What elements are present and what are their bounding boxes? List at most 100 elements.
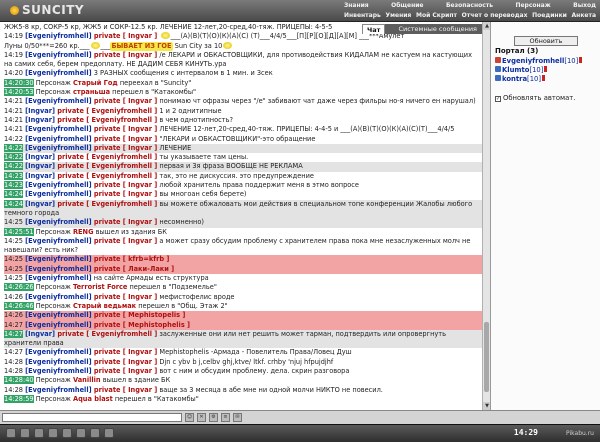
- info-icon[interactable]: [542, 75, 545, 81]
- filter-icon[interactable]: ≡: [221, 413, 230, 422]
- scroll-thumb[interactable]: [484, 322, 489, 392]
- logo-text: SUNCITY: [22, 3, 85, 17]
- menu-item[interactable]: Общение: [391, 1, 423, 11]
- sender-nick[interactable]: [Ingvar]: [25, 116, 55, 124]
- chat-line: 14:28:59 Персонаж Aqua blast перешел в "…: [4, 394, 482, 404]
- sender-nick[interactable]: [Evgeniyfromhell]: [25, 190, 91, 198]
- chat-line: 14:23 [Evgeniyfromhell] private [ Ingvar…: [4, 181, 482, 190]
- smiley-icon: [90, 41, 100, 49]
- submenu-item[interactable]: Умения: [385, 11, 411, 21]
- tab-chat[interactable]: Чат: [362, 24, 386, 34]
- chat-line: 14:24 [Evgeniyfromhell] private [ Ingvar…: [4, 190, 482, 199]
- sender-nick[interactable]: [Evgeniyfromhell]: [25, 218, 91, 226]
- map-icon[interactable]: [20, 428, 30, 438]
- user-name[interactable]: Klumto: [502, 66, 529, 74]
- sender-nick[interactable]: [Evgeniyfromhell]: [25, 237, 91, 245]
- private-icon[interactable]: ✉: [233, 413, 242, 422]
- sender-nick[interactable]: [Evgeniyfromhell]: [25, 311, 91, 319]
- character-name[interactable]: Terrorist Force: [73, 283, 127, 291]
- friends-icon[interactable]: [62, 428, 72, 438]
- sender-nick[interactable]: [Ingvar]: [25, 162, 55, 170]
- sender-nick[interactable]: [Evgeniyfromhell]: [25, 274, 91, 282]
- sender-nick[interactable]: [Evgeniyfromhell]: [25, 32, 91, 40]
- mail-icon[interactable]: [76, 428, 86, 438]
- sender-nick[interactable]: [Ingvar]: [25, 107, 55, 115]
- clan-icon[interactable]: [48, 428, 58, 438]
- sender-nick[interactable]: [Ingvar]: [25, 172, 55, 180]
- chat-tabs: Чат Системные сообщения: [362, 24, 490, 34]
- smile-icon[interactable]: ☺: [185, 413, 194, 422]
- submenu-item[interactable]: Отчет о переводах: [462, 11, 528, 21]
- message-text: Персонаж: [33, 376, 73, 385]
- sender-nick[interactable]: [Evgeniyfromhell]: [25, 69, 91, 77]
- sender-nick[interactable]: [Ingvar]: [25, 330, 55, 338]
- help-icon[interactable]: [90, 428, 100, 438]
- info-icon[interactable]: [579, 57, 583, 63]
- sender-nick[interactable]: [Evgeniyfromhell]: [25, 135, 91, 143]
- sender-nick[interactable]: [Evgeniyfromhell]: [25, 97, 91, 105]
- checkbox-icon[interactable]: ✓: [495, 96, 501, 102]
- clear-icon[interactable]: ✕: [197, 413, 206, 422]
- message-text: Персонаж: [33, 283, 73, 292]
- private-tag: private [ Лаки-Лаки ]: [91, 264, 175, 273]
- sender-nick[interactable]: [Evgeniyfromhell]: [25, 255, 91, 263]
- sender-nick[interactable]: [Evgeniyfromhell]: [25, 265, 91, 273]
- submenu-item[interactable]: Анкета: [572, 11, 596, 21]
- private-tag: private [ kfrb=kfrb ]: [91, 255, 170, 264]
- refresh-button[interactable]: Обновить: [514, 36, 578, 46]
- character-name[interactable]: Vanillin: [73, 376, 101, 384]
- timestamp: 14:20:53: [4, 88, 34, 97]
- sender-nick[interactable]: [Evgeniyfromhell]: [25, 386, 91, 394]
- chat-scrollbar[interactable]: ▲ ▼: [482, 22, 491, 410]
- sender-nick[interactable]: [Evgeniyfromhell]: [25, 293, 91, 301]
- inventory-icon[interactable]: [34, 428, 44, 438]
- sender-nick[interactable]: [Evgeniyfromhell]: [25, 125, 91, 133]
- tab-system-messages[interactable]: Системные сообщения: [385, 24, 490, 34]
- menu-item[interactable]: Безопасность: [446, 1, 493, 11]
- sender-nick[interactable]: [Evgeniyfromhell]: [25, 181, 91, 189]
- settings-icon[interactable]: ⚙: [209, 413, 218, 422]
- clock: 14:29: [513, 428, 538, 437]
- sender-nick[interactable]: [Evgeniyfromhell]: [25, 51, 91, 59]
- sender-nick[interactable]: [Evgeniyfromhell]: [25, 367, 91, 375]
- auto-refresh-toggle[interactable]: ✓ Обновлять автомат.: [495, 94, 575, 102]
- user-name[interactable]: Evgeniyfromhell: [502, 57, 564, 65]
- chat-line: 14:21 [Evgeniyfromhell] private [ Ingvar…: [4, 125, 482, 134]
- private-tag: private [ Ingvar ]: [91, 292, 158, 301]
- info-icon[interactable]: [544, 66, 548, 72]
- character-name[interactable]: Aqua blast: [73, 395, 113, 403]
- character-name[interactable]: Старый Год: [73, 79, 118, 87]
- menu-item[interactable]: Выход: [573, 1, 596, 11]
- character-name[interactable]: Старый ведьмак: [73, 302, 136, 310]
- chat-input[interactable]: [2, 413, 182, 422]
- options-icon[interactable]: [104, 428, 114, 438]
- sender-nick[interactable]: [Ingvar]: [25, 153, 55, 161]
- private-tag: private [ Ingvar ]: [91, 236, 158, 245]
- character-name[interactable]: RENG: [73, 228, 94, 236]
- message-text: ЖЖ5-8 кр, СОКР-5 кр, ЖЖ5 и СОКР-12.5 кр.…: [4, 23, 333, 31]
- chat-line: 14:26 [Evgeniyfromhell] private [ Mephis…: [4, 311, 482, 321]
- sender-nick[interactable]: [Evgeniyfromhell]: [25, 348, 91, 356]
- sender-nick[interactable]: [Evgeniyfromhell]: [25, 358, 91, 366]
- sender-nick[interactable]: [Ingvar]: [25, 200, 55, 208]
- user-name[interactable]: kontra: [502, 75, 527, 83]
- message-text: 14:26: [4, 292, 26, 301]
- message-text: 14:27: [4, 320, 26, 329]
- chat-log[interactable]: ЖЖ5-8 кр, СОКР-5 кр, ЖЖ5 и СОКР-12.5 кр.…: [0, 22, 482, 410]
- sender-nick[interactable]: [Evgeniyfromhell]: [25, 321, 91, 329]
- chat-line: 14:23 [Ingvar] private [ Evgeniyfromhell…: [4, 171, 482, 181]
- private-tag: private [ Ingvar ]: [91, 143, 158, 152]
- chat-line: 14:28:40 Персонаж Vanillin вышел в здани…: [4, 376, 482, 385]
- message-text: 14:21: [4, 115, 26, 124]
- menu-item[interactable]: Знания: [344, 1, 369, 11]
- menu-item[interactable]: Персонаж: [515, 1, 550, 11]
- submenu-item[interactable]: Мой Скрипт: [416, 11, 457, 21]
- chat-line: 14:25 [Evgeniyfromhell] на сайте Армады …: [4, 274, 482, 283]
- chat-line: 14:22 [Evgeniyfromhell] private [ Ingvar…: [4, 143, 482, 154]
- submenu-item[interactable]: Инвентарь: [344, 11, 381, 21]
- submenu-item[interactable]: Поединки: [532, 11, 567, 21]
- main-menu: Знания Общение Безопасность Персонаж Выход: [340, 1, 600, 11]
- home-icon[interactable]: [6, 428, 16, 438]
- sender-nick[interactable]: [Evgeniyfromhell]: [25, 144, 91, 152]
- character-name[interactable]: страньша: [73, 88, 110, 96]
